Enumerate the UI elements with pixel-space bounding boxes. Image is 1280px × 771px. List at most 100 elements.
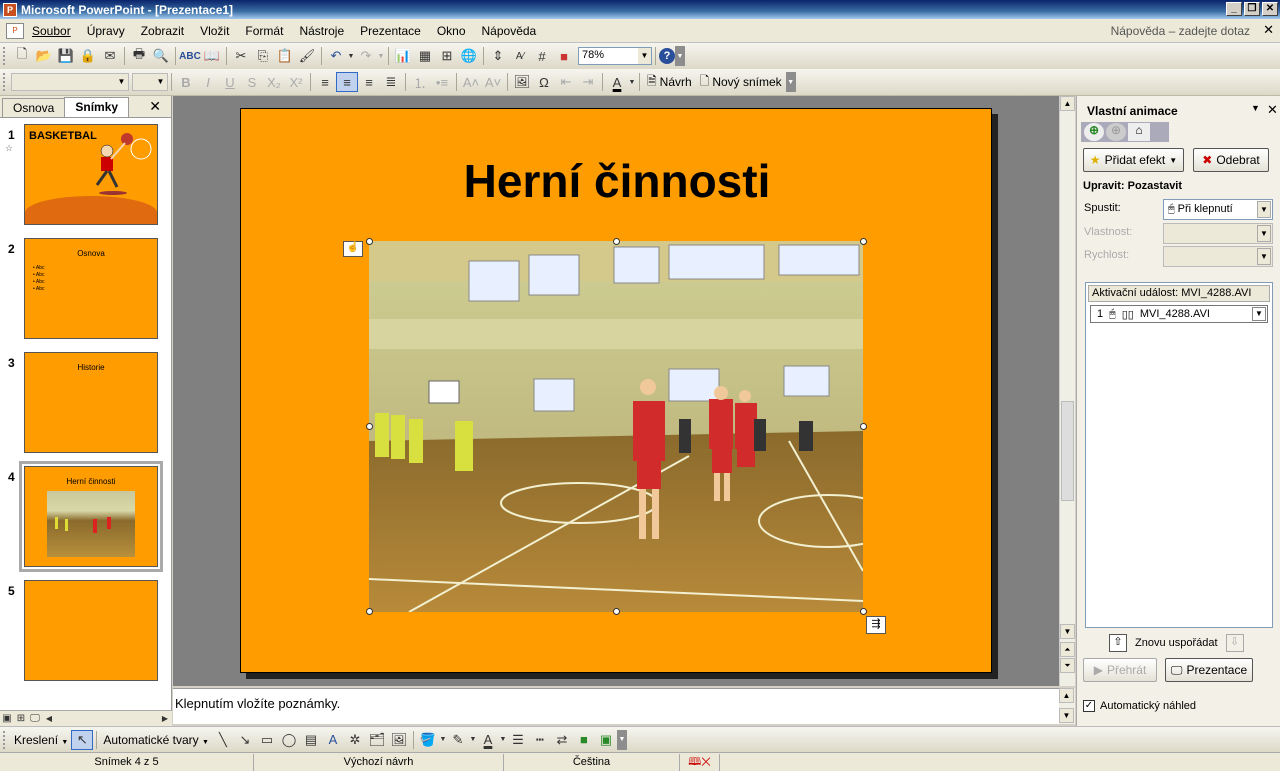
slide-thumbnail-1[interactable]: BASKETBAL [24,124,158,225]
undo-icon[interactable]: ↶ [325,46,347,66]
toolbar-grip[interactable] [3,47,8,65]
3d-style-icon[interactable]: ▣ [595,730,617,750]
permission-icon[interactable]: 🔒 [77,46,99,66]
animation-tag-icon[interactable]: ⇶ [866,616,886,634]
expand-all-icon[interactable]: ⇕ [487,46,509,66]
scroll-down-icon[interactable]: ▼ [1060,624,1075,639]
task-pane-close-icon[interactable]: ✕ [1267,102,1278,118]
zoom-select[interactable]: 78% ▼ [578,47,652,65]
help-icon[interactable]: ? [659,48,675,64]
line-style-icon[interactable]: ☰ [507,730,529,750]
toolbar-options-icon[interactable]: ▼ [616,729,627,750]
print-preview-icon[interactable]: 🔍 [150,46,172,66]
menu-napoveda[interactable]: Nápověda [474,24,545,38]
slide-sorter-icon[interactable]: ⊞ [14,712,28,726]
insert-chart-icon[interactable]: 📊 [392,46,414,66]
font-color-icon[interactable]: A [477,730,499,750]
bold-icon[interactable]: B [175,72,197,92]
font-color-icon[interactable]: A [606,72,628,92]
textbox-icon[interactable]: ▤ [300,730,322,750]
picture-icon[interactable]: 🖼 [388,730,410,750]
menu-format[interactable]: Formát [237,24,291,38]
help-search-box[interactable]: Nápověda – zadejte dotaz [1111,24,1250,38]
toolbar-options-icon[interactable]: ▼ [785,72,796,92]
new-icon[interactable]: 🗋 [11,46,33,66]
font-size-select[interactable]: ▼ [132,73,168,91]
oval-icon[interactable]: ◯ [278,730,300,750]
tables-borders-icon[interactable]: ⊞ [436,46,458,66]
show-formatting-icon[interactable]: A⁄ [509,46,531,66]
line-color-dropdown-icon[interactable]: ▼ [469,730,477,750]
dash-style-icon[interactable]: ┅ [529,730,551,750]
fill-color-icon[interactable]: 🪣 [417,730,439,750]
research-icon[interactable]: 📖 [201,46,223,66]
line-icon[interactable]: ╲ [212,730,234,750]
align-right-icon[interactable]: ≡ [358,72,380,92]
toolbar-grip[interactable] [3,730,8,749]
animation-list[interactable]: Aktivační událost: MVI_4288.AVI 1 🖱 ▯▯ M… [1085,282,1273,628]
chevron-down-icon[interactable]: ▼ [1252,307,1266,321]
increase-indent-icon[interactable]: ⇥ [577,72,599,92]
close-document-icon[interactable]: ✕ [1263,22,1274,38]
menu-zobrazit[interactable]: Zobrazit [133,24,192,38]
scroll-down-icon[interactable]: ▼ [1059,708,1074,723]
hscroll-right-icon[interactable]: ▶ [158,712,172,726]
slide-thumbnail-2[interactable]: Osnova • Abc • Abc • Abc • Abc [24,238,158,339]
trigger-header[interactable]: Aktivační událost: MVI_4288.AVI [1088,285,1270,302]
rectangle-icon[interactable]: ▭ [256,730,278,750]
move-up-icon[interactable]: ⇧ [1109,634,1127,652]
toolbar-options-icon[interactable]: ▼ [675,46,685,66]
notes-pane[interactable]: Klepnutím vložíte poznámky. [173,688,1059,724]
email-icon[interactable]: ✉ [99,46,121,66]
open-icon[interactable]: 📂 [33,46,55,66]
start-select[interactable]: 🖱 Při klepnutí ▼ [1163,199,1273,220]
shadow-style-icon[interactable]: ■ [573,730,595,750]
slide-title[interactable]: Herní činnosti [241,154,993,208]
move-down-icon[interactable]: ⇩ [1225,634,1244,652]
chevron-down-icon[interactable]: ▼ [1257,201,1271,218]
resize-handle[interactable] [366,423,373,430]
menu-upravy[interactable]: Úpravy [79,24,133,38]
fill-color-dropdown-icon[interactable]: ▼ [439,730,447,750]
align-left-icon[interactable]: ≡ [314,72,336,92]
chevron-down-icon[interactable]: ▼ [1257,248,1271,265]
scroll-up-icon[interactable]: ▲ [1060,96,1075,111]
close-button[interactable]: ✕ [1262,2,1278,16]
slide-thumbnail-3[interactable]: Historie [24,352,158,453]
paste-icon[interactable]: 📋 [274,46,296,66]
format-painter-icon[interactable]: 🖌 [296,46,318,66]
toolbar-grip[interactable] [3,73,8,91]
next-slide-icon[interactable]: ⏷ [1060,658,1075,673]
redo-icon[interactable]: ↷ [355,46,377,66]
menu-okno[interactable]: Okno [429,24,474,38]
tab-slides[interactable]: Snímky [64,97,130,117]
powerpoint-app-icon[interactable]: P [3,2,17,17]
zoom-dropdown-icon[interactable]: ▼ [638,48,651,64]
grid-icon[interactable]: # [531,46,553,66]
italic-icon[interactable]: I [197,72,219,92]
select-objects-icon[interactable]: ↖ [71,729,94,750]
autopreview-checkbox[interactable]: ✓ [1083,700,1095,712]
arrow-icon[interactable]: ↘ [234,730,256,750]
hscroll-left-icon[interactable]: ◀ [42,712,56,726]
slideshow-view-icon[interactable]: 🖵 [28,712,42,726]
numbering-icon[interactable]: ⒈ [409,72,431,92]
scroll-up-icon[interactable]: ▲ [1059,688,1074,703]
insert-table-icon[interactable]: ▦ [414,46,436,66]
normal-view-icon[interactable]: ▣ [0,712,14,726]
video-object[interactable] [369,241,863,612]
menu-vlozit[interactable]: Vložit [192,24,237,38]
menu-nastroje[interactable]: Nástroje [291,24,352,38]
task-pane-menu-icon[interactable]: ▼ [1251,103,1260,113]
wordart-icon[interactable]: A [322,730,344,750]
resize-handle[interactable] [366,608,373,615]
hyperlink-icon[interactable]: 🌐 [458,46,480,66]
insert-picture-icon[interactable]: 🖼 [511,72,533,92]
font-size-dropdown-icon[interactable]: ▼ [154,74,167,90]
add-effect-button[interactable]: ★ Přidat efekt ▼ [1083,148,1184,172]
menu-prezentace[interactable]: Prezentace [352,24,429,38]
undo-dropdown-icon[interactable]: ▼ [347,46,355,66]
resize-handle[interactable] [613,608,620,615]
minimize-button[interactable]: _ [1226,2,1242,16]
previous-slide-icon[interactable]: ⏶ [1060,642,1075,657]
